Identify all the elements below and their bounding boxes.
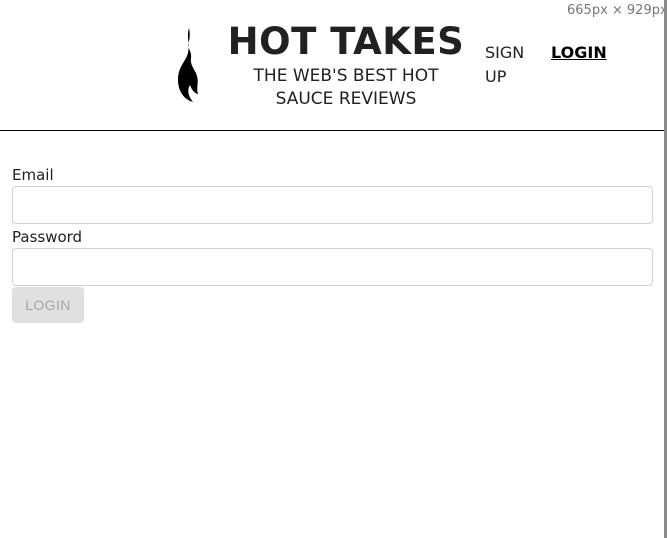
flame-icon: [178, 28, 198, 102]
nav-signup-link[interactable]: SIGN UP: [485, 41, 529, 89]
email-label: Email: [12, 166, 54, 184]
login-submit-button[interactable]: LOGIN: [12, 287, 84, 323]
password-input[interactable]: [12, 248, 653, 286]
email-input[interactable]: [12, 186, 653, 224]
password-label: Password: [12, 228, 83, 246]
site-header: HOT TAKES THE WEB'S BEST HOT SAUCE REVIE…: [0, 0, 664, 131]
nav-login-link[interactable]: LOGIN: [551, 41, 607, 65]
site-tagline: THE WEB'S BEST HOT SAUCE REVIEWS: [253, 66, 439, 109]
browser-viewport: 665px × 929px HOT TAKES THE WEB'S BEST H…: [0, 0, 667, 538]
site-title: HOT TAKES: [227, 20, 465, 63]
login-form: Email Password LOGIN: [12, 165, 653, 323]
